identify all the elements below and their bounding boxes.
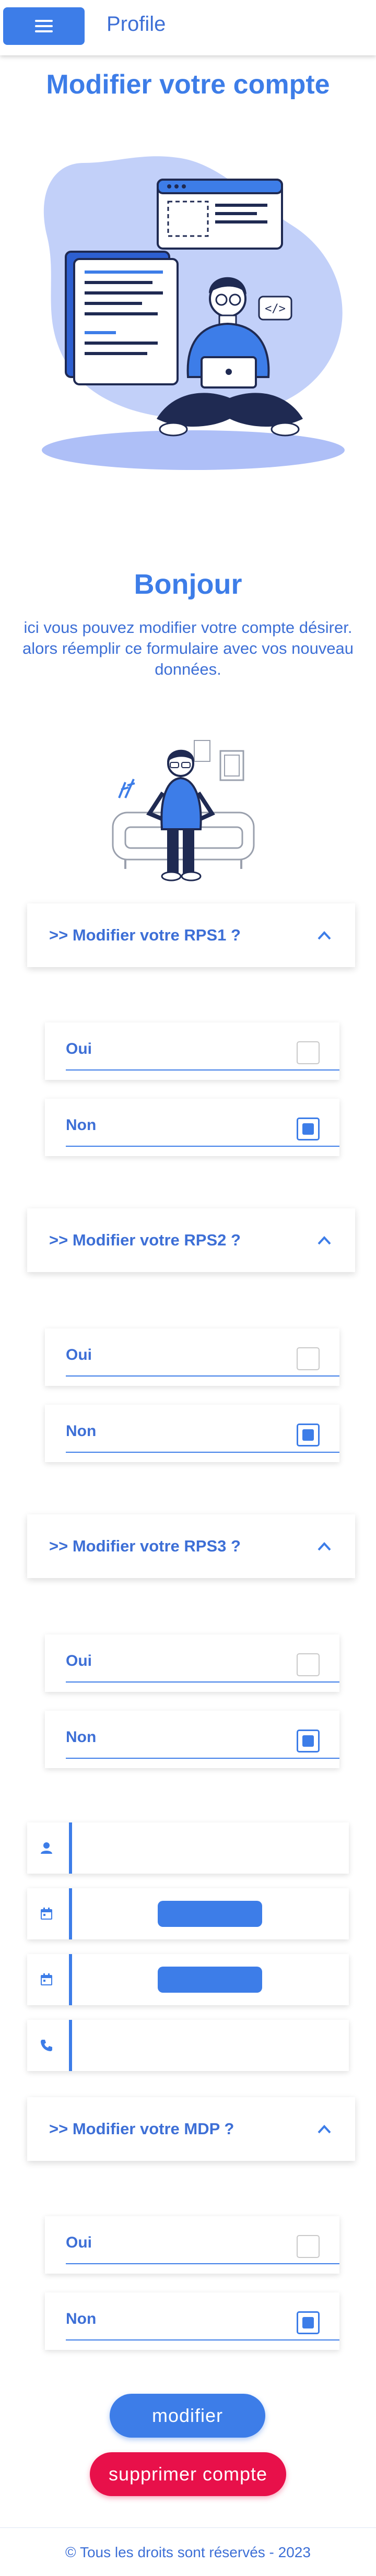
option-label: Non [66,1422,97,1440]
delete-account-button[interactable]: supprimer compte [90,2452,286,2496]
option-mdp-oui[interactable]: Oui [45,2216,339,2274]
field-accent-bar [69,1822,72,1874]
modify-button[interactable]: modifier [110,2394,265,2438]
svg-text:</>: </> [265,302,286,315]
option-underline [66,1146,339,1147]
option-mdp-non[interactable]: Non [45,2292,339,2350]
checkbox-unchecked[interactable] [297,1347,320,1370]
header-title: Profile [107,13,166,36]
app-header: Profile [0,0,376,55]
option-underline [66,1452,339,1453]
option-underline [66,1069,339,1071]
checkbox-checked[interactable] [297,1424,320,1446]
profile-page: Profile Modifier votre compte </> Bonjou… [0,0,376,2576]
option-label: Non [66,2310,97,2327]
option-underline [66,1375,339,1377]
option-label: Oui [66,1652,92,1669]
checkbox-unchecked[interactable] [297,1653,320,1676]
person-icon [41,1842,52,1854]
checkbox-checked[interactable] [297,1118,320,1140]
greeting-heading: Bonjour [134,569,242,600]
checkbox-unchecked[interactable] [297,1041,320,1064]
checkbox-checked[interactable] [297,2311,320,2334]
option-label: Oui [66,2234,92,2251]
accordion-label: >> Modifier votre RPS2 ? [49,1231,241,1249]
intro-text: ici vous pouvez modifier votre compte dé… [22,618,354,678]
phone-icon [41,2040,52,2051]
menu-button[interactable] [3,7,85,45]
option-label: Oui [66,1346,92,1363]
option-rps2-non[interactable]: Non [45,1405,339,1462]
chevron-up-icon [318,2125,331,2134]
chevron-up-icon [318,1236,331,1245]
accordion-label: >> Modifier votre MDP ? [49,2120,234,2138]
date-picker-button[interactable] [158,1967,262,1993]
accordion-rps1[interactable]: >> Modifier votre RPS1 ? [27,903,355,967]
accordion-rps3[interactable]: >> Modifier votre RPS3 ? [27,1514,355,1578]
checkbox-unchecked[interactable] [297,2235,320,2258]
option-underline [66,2263,339,2264]
chevron-up-icon [318,1542,331,1551]
date-field-1[interactable] [27,1888,349,1939]
accordion-mdp[interactable]: >> Modifier votre MDP ? [27,2097,355,2161]
field-accent-bar [69,1888,72,1939]
date-picker-button[interactable] [158,1901,262,1927]
name-field[interactable] [27,1822,349,1874]
checkbox-checked[interactable] [297,1730,320,1752]
option-underline [66,1758,339,1759]
footer-divider [0,2527,376,2528]
field-accent-bar [69,2020,72,2071]
option-underline [66,2339,339,2340]
option-label: Oui [66,1040,92,1057]
option-label: Non [66,1728,97,1746]
calendar-icon [41,1908,52,1920]
accordion-label: >> Modifier votre RPS3 ? [49,1537,241,1555]
field-accent-bar [69,1954,72,2005]
accordion-label: >> Modifier votre RPS1 ? [49,926,241,944]
developer-illustration: </> [42,156,345,470]
option-label: Non [66,1116,97,1134]
option-underline [66,1681,339,1683]
accordion-rps2[interactable]: >> Modifier votre RPS2 ? [27,1208,355,1272]
calendar-icon [41,1973,52,1985]
page-title: Modifier votre compte [46,69,330,100]
chevron-up-icon [318,931,331,940]
footer-copyright: © Tous les droits sont réservés - 2023 [65,2544,311,2560]
date-field-2[interactable] [27,1954,349,2005]
option-rps3-oui[interactable]: Oui [45,1634,339,1692]
option-rps1-oui[interactable]: Oui [45,1022,339,1080]
couch-illustration [112,740,255,881]
option-rps3-non[interactable]: Non [45,1711,339,1768]
option-rps1-non[interactable]: Non [45,1099,339,1156]
phone-field[interactable] [27,2020,349,2071]
option-rps2-oui[interactable]: Oui [45,1328,339,1386]
hamburger-menu-icon [35,20,53,32]
